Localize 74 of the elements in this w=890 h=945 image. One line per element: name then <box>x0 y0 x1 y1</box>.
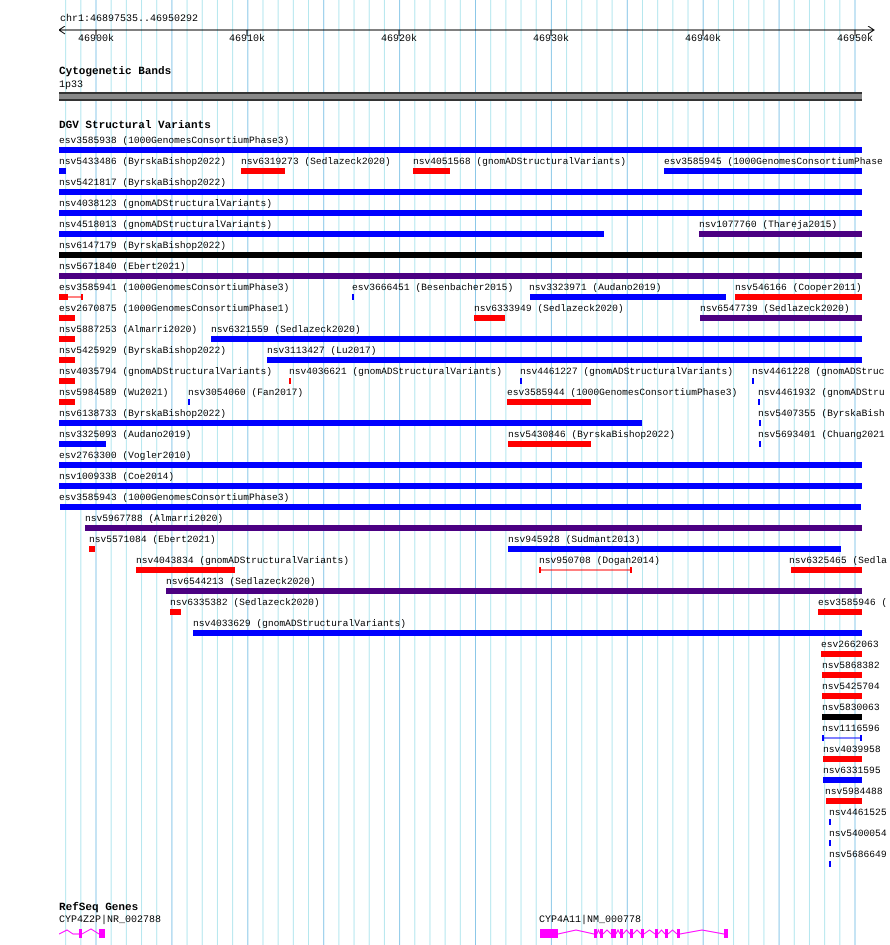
tick-label: 46930k <box>533 34 569 46</box>
variant-label[interactable]: nsv5984488 <box>825 786 883 798</box>
track-title: DGV Structural Variants <box>59 120 211 133</box>
variant-label[interactable]: nsv4038123 (gnomADStructuralVariants) <box>59 198 272 210</box>
variant-label[interactable]: nsv5430846 (ByrskaBishop2022) <box>508 429 675 441</box>
gene-structure-drawing <box>59 928 107 938</box>
variant-label[interactable]: nsv4461525 <box>829 807 887 819</box>
variant-label[interactable]: nsv5887253 (Almarri2020) <box>59 324 198 336</box>
variant-label[interactable]: nsv5407355 (ByrskaBish <box>758 408 885 420</box>
tick-label: 46900k <box>78 34 114 46</box>
variant-label[interactable]: esv3585938 (1000GenomesConsortiumPhase3) <box>59 135 290 147</box>
variant-label[interactable]: nsv4461227 (gnomADStructuralVariants) <box>520 366 734 378</box>
track-title: RefSeq Genes <box>59 902 138 914</box>
gene-label[interactable]: CYP4Z2P|NR_002788 <box>59 915 162 927</box>
variant-label[interactable]: nsv4039958 <box>823 744 881 756</box>
variant-label[interactable]: nsv5421817 (ByrskaBishop2022) <box>59 177 226 189</box>
variant-label[interactable]: esv2662063 <box>821 639 879 651</box>
variant-label[interactable]: nsv6331595 <box>823 765 881 777</box>
variant-label[interactable]: nsv5425929 (ByrskaBishop2022) <box>59 345 226 357</box>
variant-label[interactable]: nsv546166 (Cooper2011) <box>735 282 862 294</box>
variant-label[interactable]: nsv950708 (Dogan2014) <box>539 555 660 567</box>
variant-label[interactable]: nsv3054060 (Fan2017) <box>188 387 304 399</box>
tick-label: 46940k <box>685 34 721 46</box>
variant-label[interactable]: esv2670875 (1000GenomesConsortiumPhase1) <box>59 303 290 315</box>
variant-label[interactable]: nsv4461228 (gnomADStruc <box>752 366 884 378</box>
variant-label[interactable]: nsv5686649 <box>829 849 887 861</box>
location-label: chr1:46897535..46950292 <box>60 14 198 26</box>
variant-label[interactable]: nsv5693401 (Chuang2021 <box>758 429 885 441</box>
variant-label[interactable]: nsv6147179 (ByrskaBishop2022) <box>59 240 226 252</box>
variant-label[interactable]: nsv5967788 (Almarri2020) <box>85 513 224 525</box>
variant-label[interactable]: nsv4461932 (gnomADStru <box>758 387 885 399</box>
variant-label[interactable]: nsv6333949 (Sedlazeck2020) <box>474 303 624 315</box>
gene-label[interactable]: CYP4A11|NM_000778 <box>539 915 642 927</box>
variant-label[interactable]: nsv4518013 (gnomADStructuralVariants) <box>59 219 272 231</box>
variant-label[interactable]: esv3585945 (1000GenomesConsortiumPhase <box>664 156 883 168</box>
variant-label[interactable]: esv3585944 (1000GenomesConsortiumPhase3) <box>507 387 738 399</box>
variant-label[interactable]: nsv4036621 (gnomADStructuralVariants) <box>289 366 502 378</box>
variant-label[interactable]: nsv4043834 (gnomADStructuralVariants) <box>136 555 350 567</box>
tick-label: 46950k <box>837 34 873 46</box>
band-label: 1p33 <box>59 80 84 92</box>
variant-label[interactable]: nsv3325093 (Audano2019) <box>59 429 192 441</box>
variant-label[interactable]: nsv6335382 (Sedlazeck2020) <box>170 597 320 609</box>
variant-label[interactable]: nsv5400054 <box>829 828 887 840</box>
variant-label[interactable]: esv2763300 (Vogler2010) <box>59 450 192 462</box>
variant-label[interactable]: esv3585943 (1000GenomesConsortiumPhase3) <box>59 492 290 504</box>
variant-label[interactable]: nsv5571084 (Ebert2021) <box>89 534 216 546</box>
variant-label[interactable]: esv3585941 (1000GenomesConsortiumPhase3) <box>59 282 290 294</box>
variant-label[interactable]: nsv6325465 (Sedla <box>789 555 887 567</box>
variant-label[interactable]: nsv6547739 (Sedlazeck2020) <box>700 303 850 315</box>
track-title: Cytogenetic Bands <box>59 66 172 79</box>
variant-label[interactable]: nsv4051568 (gnomADStructuralVariants) <box>413 156 626 168</box>
variant-label[interactable]: nsv4033629 (gnomADStructuralVariants) <box>193 618 406 630</box>
variant-label[interactable]: nsv5433486 (ByrskaBishop2022) <box>59 156 226 168</box>
tick-label: 46910k <box>229 34 265 46</box>
variant-label[interactable]: esv3585946 ( <box>818 597 888 609</box>
variant-label[interactable]: nsv6319273 (Sedlazeck2020) <box>241 156 391 168</box>
variant-label[interactable]: nsv1116596 <box>822 723 880 735</box>
variant-label[interactable]: esv3666451 (Besenbacher2015) <box>352 282 514 294</box>
variant-label[interactable]: nsv3113427 (Lu2017) <box>267 345 376 357</box>
variant-label[interactable]: nsv5868382 <box>822 660 880 672</box>
variant-label[interactable]: nsv5830063 <box>822 702 880 714</box>
variant-label[interactable]: nsv5984589 (Wu2021) <box>59 387 168 399</box>
tick-label: 46920k <box>381 34 417 46</box>
variant-label[interactable]: nsv1077760 (Thareja2015) <box>699 219 838 231</box>
variant-label[interactable]: nsv6544213 (Sedlazeck2020) <box>166 576 316 588</box>
variant-label[interactable]: nsv6138733 (ByrskaBishop2022) <box>59 408 226 420</box>
variant-label[interactable]: nsv945928 (Sudmant2013) <box>508 534 640 546</box>
variant-label[interactable]: nsv5425704 <box>822 681 880 693</box>
variant-label[interactable]: nsv4035794 (gnomADStructuralVariants) <box>59 366 272 378</box>
cytoband-bar[interactable] <box>59 92 862 101</box>
variant-label[interactable]: nsv6321559 (Sedlazeck2020) <box>211 324 361 336</box>
variant-label[interactable]: nsv3323971 (Audano2019) <box>529 282 662 294</box>
variant-label[interactable]: nsv1009338 (Coe2014) <box>59 471 174 483</box>
variant-label[interactable]: nsv5671840 (Ebert2021) <box>59 261 186 273</box>
